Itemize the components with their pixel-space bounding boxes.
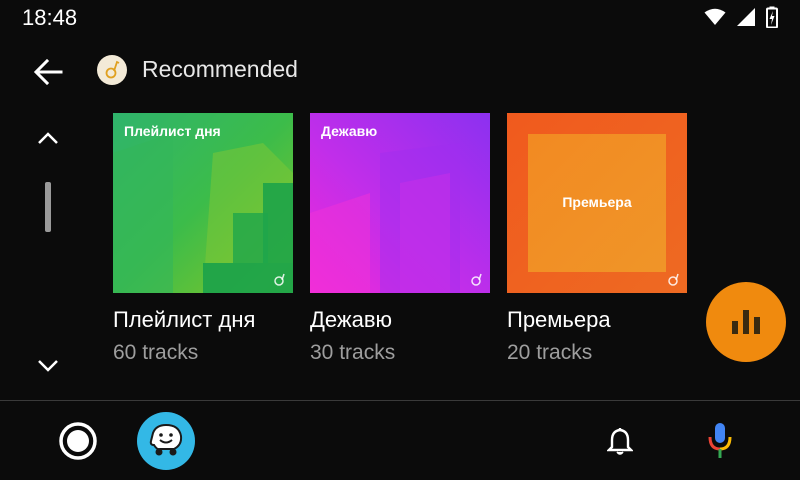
cover-text: Плейлист дня: [124, 123, 221, 139]
playlist-card-day[interactable]: Плейлист дня Плейлист дня 60 tracks: [113, 113, 293, 365]
signal-icon: [737, 8, 755, 26]
cover-text: Дежавю: [321, 123, 378, 139]
nav-bar: [0, 401, 800, 480]
header: Recommended: [0, 44, 800, 96]
microphone-icon: [708, 423, 732, 458]
arrow-left-icon: [33, 59, 63, 85]
music-note-icon: [274, 273, 285, 286]
voice-assistant-button[interactable]: [702, 419, 738, 463]
back-button[interactable]: [26, 50, 70, 94]
scrollbar-thumb[interactable]: [45, 182, 51, 232]
status-bar: 18:48: [0, 0, 800, 36]
equalizer-icon: [732, 310, 760, 334]
card-subtitle: 30 tracks: [310, 341, 396, 364]
now-playing-button[interactable]: [706, 282, 786, 362]
notifications-button[interactable]: [602, 423, 638, 459]
playlist-cover: Дежавю: [310, 113, 490, 293]
playlist-card-premiere[interactable]: Премьера Премьера 20 tracks: [507, 113, 687, 365]
card-subtitle: 60 tracks: [113, 341, 199, 364]
card-title: Плейлист дня: [113, 307, 256, 332]
status-time: 18:48: [22, 5, 78, 30]
playlist-card-dejavu[interactable]: Дежавю Дежавю 30 tracks: [310, 113, 490, 365]
wifi-icon: [704, 8, 726, 25]
scroll-down-button[interactable]: [30, 350, 66, 382]
chevron-down-icon: [38, 360, 58, 372]
music-note-icon: [668, 273, 679, 286]
notifications-bell-icon: [607, 427, 633, 455]
card-subtitle: 20 tracks: [507, 341, 593, 364]
card-title: Дежавю: [310, 307, 393, 332]
card-title: Премьера: [507, 307, 611, 332]
chevron-up-icon: [38, 132, 58, 144]
page-title: Recommended: [142, 56, 298, 82]
yandex-music-icon: [97, 55, 127, 85]
scroll-up-button[interactable]: [30, 122, 66, 154]
music-note-icon: [471, 273, 482, 286]
waze-button[interactable]: [137, 412, 195, 470]
status-icons: [704, 6, 778, 28]
home-button[interactable]: [56, 419, 100, 463]
waze-icon: [149, 423, 183, 456]
playlist-cover: Премьера: [507, 113, 687, 293]
cover-text: Премьера: [562, 194, 632, 210]
battery-icon: [766, 6, 778, 28]
home-circle-icon: [59, 422, 97, 460]
playlist-cover: Плейлист дня: [113, 113, 293, 293]
